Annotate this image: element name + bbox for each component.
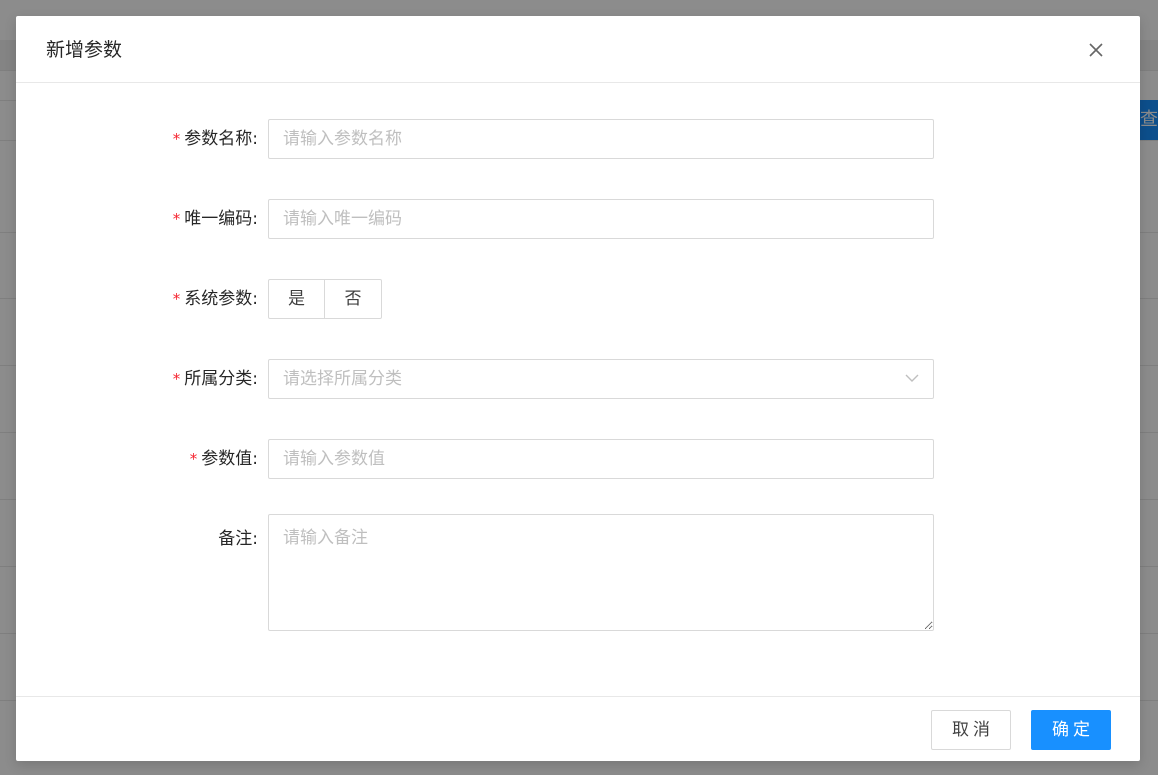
required-mark: * xyxy=(172,290,181,308)
label-colon: : xyxy=(252,129,258,149)
required-mark: * xyxy=(172,130,181,148)
category-label-text: 所属分类 xyxy=(184,369,253,389)
close-button[interactable] xyxy=(1082,36,1110,64)
form-item-system-param: * 系统参数: 是 否 xyxy=(16,279,1140,319)
param-value-label-text: 参数值 xyxy=(201,449,253,469)
param-value-label: * 参数值: xyxy=(190,439,258,479)
label-colon: : xyxy=(252,209,258,229)
system-param-label: * 系统参数: xyxy=(173,279,258,319)
cancel-button[interactable]: 取消 xyxy=(931,710,1011,750)
category-label: * 所属分类: xyxy=(173,359,258,399)
remark-label: 备注: xyxy=(218,519,258,559)
label-colon: : xyxy=(252,289,258,309)
unique-code-label-text: 唯一编码 xyxy=(184,209,253,229)
param-value-input[interactable] xyxy=(268,439,934,479)
unique-code-input[interactable] xyxy=(268,199,934,239)
system-param-yes-option[interactable]: 是 xyxy=(268,279,325,319)
form-item-param-value: * 参数值: xyxy=(16,439,1140,479)
form-item-unique-code: * 唯一编码: xyxy=(16,199,1140,239)
category-select[interactable]: 请选择所属分类 xyxy=(268,359,934,399)
system-param-label-text: 系统参数 xyxy=(184,289,253,309)
remark-label-text: 备注 xyxy=(218,529,253,549)
label-colon: : xyxy=(252,529,258,549)
unique-code-label: * 唯一编码: xyxy=(173,199,258,239)
chevron-down-icon xyxy=(905,374,919,382)
form-item-category: * 所属分类: 请选择所属分类 xyxy=(16,359,1140,399)
modal-footer: 取消 确定 xyxy=(16,696,1140,761)
remark-textarea[interactable] xyxy=(268,514,934,631)
required-mark: * xyxy=(172,210,181,228)
add-parameter-modal: 新增参数 *参数名称: *唯一编码: *系统参数: 是 否 *所属分类: 请选择… xyxy=(16,16,1140,761)
modal-title: 新增参数 xyxy=(46,39,123,61)
close-icon xyxy=(1089,43,1103,57)
param-name-input[interactable] xyxy=(268,119,934,159)
label-colon: : xyxy=(252,369,258,389)
system-param-radio-group: 是 否 xyxy=(268,279,382,319)
form-item-param-name: * 参数名称: xyxy=(16,119,1140,159)
param-name-label-text: 参数名称 xyxy=(184,129,253,149)
modal-header: 新增参数 xyxy=(16,16,1140,83)
label-colon: : xyxy=(252,449,258,469)
confirm-button[interactable]: 确定 xyxy=(1031,710,1111,750)
param-name-label: * 参数名称: xyxy=(173,119,258,159)
category-select-placeholder: 请选择所属分类 xyxy=(283,369,402,389)
form-item-remark: 备注: xyxy=(16,514,1140,631)
system-param-no-option[interactable]: 否 xyxy=(325,279,382,319)
required-mark: * xyxy=(189,450,198,468)
required-mark: * xyxy=(172,370,181,388)
